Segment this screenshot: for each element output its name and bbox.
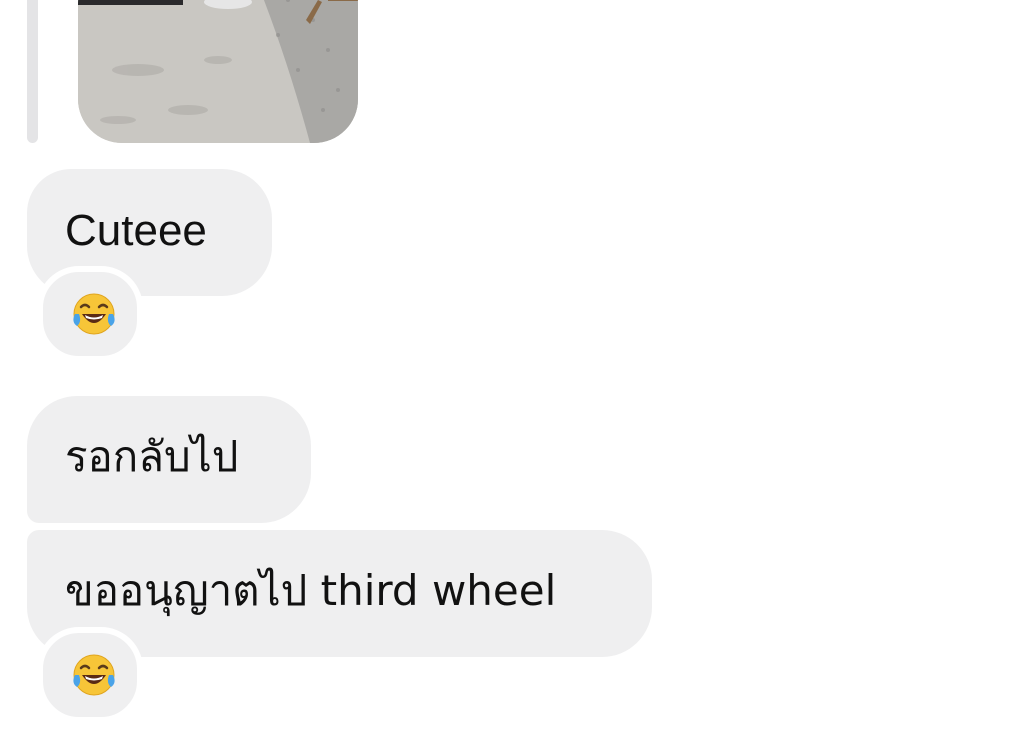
message-text: Cuteee: [65, 206, 207, 255]
reply-indicator-line: [27, 0, 38, 143]
message-text: รอกลับไป: [65, 432, 239, 481]
message-text: ขออนุญาตไป third wheel: [65, 566, 557, 615]
shared-photo-attachment[interactable]: [78, 0, 358, 143]
message-reaction[interactable]: [37, 266, 143, 362]
message-bubble[interactable]: รอกลับไป: [27, 396, 311, 523]
face-with-tears-of-joy-icon: [73, 654, 115, 696]
message-reaction[interactable]: [37, 627, 143, 723]
face-with-tears-of-joy-icon: [73, 293, 115, 335]
